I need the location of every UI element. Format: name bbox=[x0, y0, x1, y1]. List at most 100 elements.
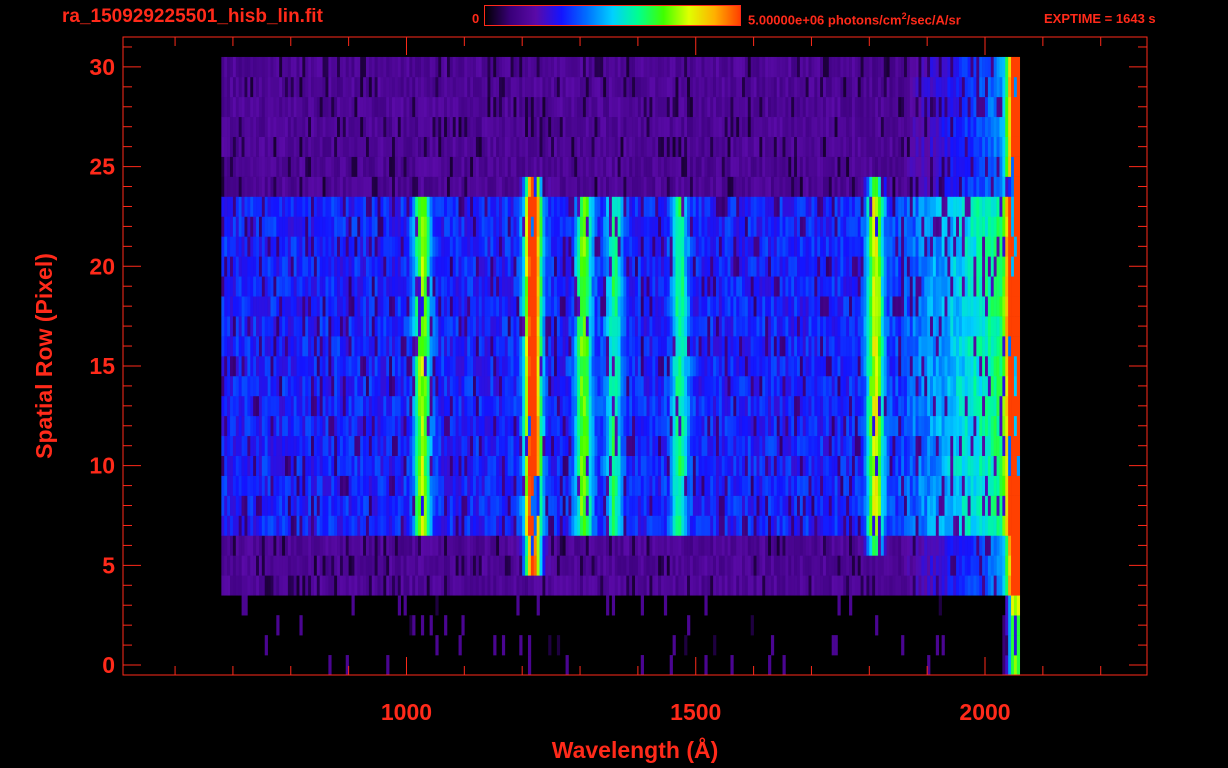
heatmap-cell bbox=[938, 475, 942, 496]
heatmap-cell bbox=[513, 575, 517, 596]
heatmap-cell bbox=[935, 435, 940, 456]
heatmap-cell bbox=[475, 415, 480, 437]
heatmap-cell bbox=[354, 575, 358, 596]
heatmap-cell bbox=[675, 336, 679, 357]
heatmap-cell bbox=[597, 236, 601, 257]
heatmap-cell bbox=[921, 375, 925, 397]
heatmap-cell bbox=[507, 395, 511, 417]
heatmap-cell bbox=[423, 236, 428, 257]
heatmap-cell bbox=[837, 575, 841, 596]
heatmap-cell bbox=[230, 535, 234, 556]
heatmap-cell bbox=[230, 336, 234, 357]
heatmap-cell bbox=[322, 256, 326, 277]
heatmap-cell bbox=[600, 356, 604, 377]
heatmap-cell bbox=[698, 455, 702, 476]
heatmap-cell bbox=[261, 475, 266, 496]
heatmap-cell bbox=[886, 435, 890, 456]
heatmap-cell bbox=[915, 555, 919, 576]
heatmap-cell bbox=[342, 336, 347, 357]
heatmap-cell bbox=[739, 276, 743, 297]
heatmap-cell bbox=[927, 336, 931, 357]
heatmap-cell bbox=[536, 316, 540, 337]
heatmap-cell bbox=[655, 316, 659, 337]
heatmap-cell bbox=[455, 455, 459, 476]
heatmap-cell bbox=[499, 276, 503, 297]
heatmap-cell bbox=[759, 276, 763, 297]
heatmap-cell bbox=[487, 236, 491, 257]
heatmap-cell bbox=[759, 356, 763, 377]
heatmap-cell bbox=[718, 276, 723, 297]
heatmap-cell bbox=[449, 455, 454, 476]
heatmap-cell bbox=[504, 375, 509, 397]
heatmap-cell bbox=[825, 336, 830, 357]
heatmap-cell bbox=[681, 415, 685, 437]
heatmap-cell bbox=[571, 555, 575, 576]
heatmap-cell bbox=[802, 316, 806, 337]
heatmap-cell bbox=[559, 316, 563, 337]
heatmap-cell bbox=[224, 475, 228, 496]
heatmap-cell bbox=[580, 336, 584, 357]
heatmap-cell bbox=[527, 455, 532, 476]
heatmap-cell bbox=[357, 555, 361, 576]
heatmap-cell bbox=[840, 455, 844, 476]
heatmap-cell bbox=[958, 435, 963, 456]
heatmap-cell bbox=[661, 356, 665, 377]
heatmap-cell bbox=[620, 575, 624, 596]
heatmap-cell bbox=[484, 236, 488, 257]
heatmap-cell bbox=[750, 256, 754, 277]
heatmap-cell bbox=[354, 395, 358, 417]
heatmap-cell bbox=[510, 435, 514, 456]
heatmap-cell bbox=[794, 276, 798, 297]
heatmap-cell bbox=[577, 356, 581, 377]
heatmap-cell bbox=[412, 236, 416, 257]
heatmap-cell bbox=[915, 575, 919, 596]
heatmap-cell bbox=[646, 415, 650, 437]
heatmap-cell bbox=[718, 515, 723, 536]
heatmap-cell bbox=[406, 276, 410, 297]
heatmap-cell bbox=[235, 356, 240, 377]
heatmap-cell bbox=[869, 495, 873, 516]
heatmap-cell bbox=[985, 435, 989, 456]
heatmap-cell bbox=[351, 555, 355, 576]
heatmap-cell bbox=[620, 455, 624, 476]
heatmap-cell bbox=[979, 375, 983, 397]
heatmap-cell bbox=[964, 395, 968, 417]
heatmap-cell bbox=[519, 475, 523, 496]
heatmap-cell bbox=[979, 435, 983, 456]
heatmap-cell bbox=[606, 316, 610, 337]
heatmap-cell bbox=[921, 356, 925, 377]
heatmap-cell bbox=[956, 276, 960, 297]
heatmap-cell bbox=[666, 395, 671, 417]
heatmap-cell bbox=[412, 495, 416, 516]
heatmap-cell bbox=[594, 356, 598, 377]
heatmap-cell bbox=[261, 415, 266, 437]
heatmap-cell bbox=[247, 316, 251, 337]
heatmap-cell bbox=[898, 316, 902, 337]
heatmap-cell bbox=[504, 515, 509, 536]
heatmap-cell bbox=[820, 375, 824, 397]
heatmap-cell bbox=[953, 575, 957, 596]
heatmap-cell bbox=[739, 296, 743, 317]
heatmap-cell bbox=[987, 455, 992, 476]
heatmap-cell bbox=[446, 475, 451, 496]
heatmap-cell bbox=[776, 256, 780, 277]
heatmap-cell bbox=[461, 375, 465, 397]
heatmap-cell bbox=[438, 575, 442, 596]
heatmap-cell bbox=[256, 356, 260, 377]
heatmap-cell bbox=[953, 495, 957, 516]
heatmap-cell bbox=[623, 356, 627, 377]
heatmap-cell bbox=[386, 515, 390, 536]
heatmap-cell bbox=[938, 595, 942, 616]
heatmap-cell bbox=[617, 495, 621, 516]
heatmap-cell bbox=[250, 455, 254, 476]
heatmap-cell bbox=[730, 276, 734, 297]
heatmap-cell bbox=[519, 336, 523, 357]
heatmap-cell bbox=[365, 415, 370, 437]
heatmap-cell bbox=[892, 515, 896, 536]
heatmap-cell bbox=[704, 455, 708, 476]
heatmap-cell bbox=[244, 375, 248, 397]
heatmap-cell bbox=[224, 316, 228, 337]
heatmap-cell bbox=[496, 276, 500, 297]
heatmap-cell bbox=[600, 555, 604, 576]
heatmap-cell bbox=[449, 555, 454, 576]
